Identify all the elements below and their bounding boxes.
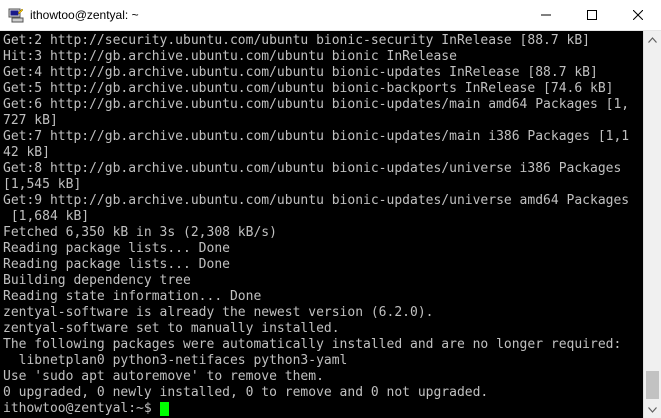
terminal-line: Get:7 http://gb.archive.ubuntu.com/ubunt…	[3, 129, 630, 144]
terminal-cursor	[159, 402, 169, 416]
window-title: ithowtoo@zentyal: ~	[30, 8, 139, 22]
window-controls	[523, 0, 661, 31]
terminal-line: 0 upgraded, 0 newly installed, 0 to remo…	[3, 385, 489, 400]
terminal-line: zentyal-software is already the newest v…	[3, 305, 434, 320]
shell-prompt-line[interactable]: ithowtoo@zentyal:~$	[3, 401, 643, 417]
vertical-scrollbar[interactable]	[643, 31, 661, 418]
terminal-line: [1,684 kB]	[3, 209, 90, 224]
minimize-button[interactable]	[523, 0, 569, 31]
terminal-line: libnetplan0 python3-netifaces python3-ya…	[3, 353, 348, 368]
putty-icon[interactable]	[8, 7, 24, 23]
title-bar[interactable]: ithowtoo@zentyal: ~	[0, 0, 661, 31]
terminal-line: Building dependency tree	[3, 273, 191, 288]
terminal-line: The following packages were automaticall…	[3, 337, 622, 352]
terminal-line: Fetched 6,350 kB in 3s (2,308 kB/s)	[3, 225, 277, 240]
shell-prompt: ithowtoo@zentyal:~$	[3, 401, 160, 416]
close-button[interactable]	[615, 0, 661, 31]
terminal-line: Get:6 http://gb.archive.ubuntu.com/ubunt…	[3, 97, 630, 112]
terminal-output[interactable]: Get:2 http://security.ubuntu.com/ubuntu …	[0, 31, 643, 418]
terminal-line: zentyal-software set to manually install…	[3, 321, 340, 336]
terminal-line: Reading package lists... Done	[3, 257, 230, 272]
minimize-icon	[541, 14, 551, 16]
terminal-line: Get:8 http://gb.archive.ubuntu.com/ubunt…	[3, 161, 622, 176]
close-icon	[633, 10, 643, 20]
terminal-line: Get:4 http://gb.archive.ubuntu.com/ubunt…	[3, 65, 598, 80]
terminal-line: Get:5 http://gb.archive.ubuntu.com/ubunt…	[3, 81, 614, 96]
terminal-line: Use 'sudo apt autoremove' to remove them…	[3, 369, 324, 384]
terminal-line: Reading package lists... Done	[3, 241, 230, 256]
terminal-line: Reading state information... Done	[3, 289, 262, 304]
scroll-thumb[interactable]	[646, 371, 659, 399]
terminal-line: 42 kB]	[3, 145, 50, 160]
terminal-line: 727 kB]	[3, 113, 58, 128]
scroll-down-arrow-icon[interactable]	[644, 401, 661, 418]
terminal-line: [1,545 kB]	[3, 177, 82, 192]
scroll-up-arrow-icon[interactable]	[644, 31, 661, 48]
terminal-line: Get:2 http://security.ubuntu.com/ubuntu …	[3, 33, 590, 48]
maximize-button[interactable]	[569, 0, 615, 31]
terminal-line: Get:9 http://gb.archive.ubuntu.com/ubunt…	[3, 193, 630, 208]
terminal-line: Hit:3 http://gb.archive.ubuntu.com/ubunt…	[3, 49, 457, 64]
maximize-icon	[587, 10, 597, 20]
terminal-window: ithowtoo@zentyal: ~ Get:2 http://securit…	[0, 0, 661, 418]
